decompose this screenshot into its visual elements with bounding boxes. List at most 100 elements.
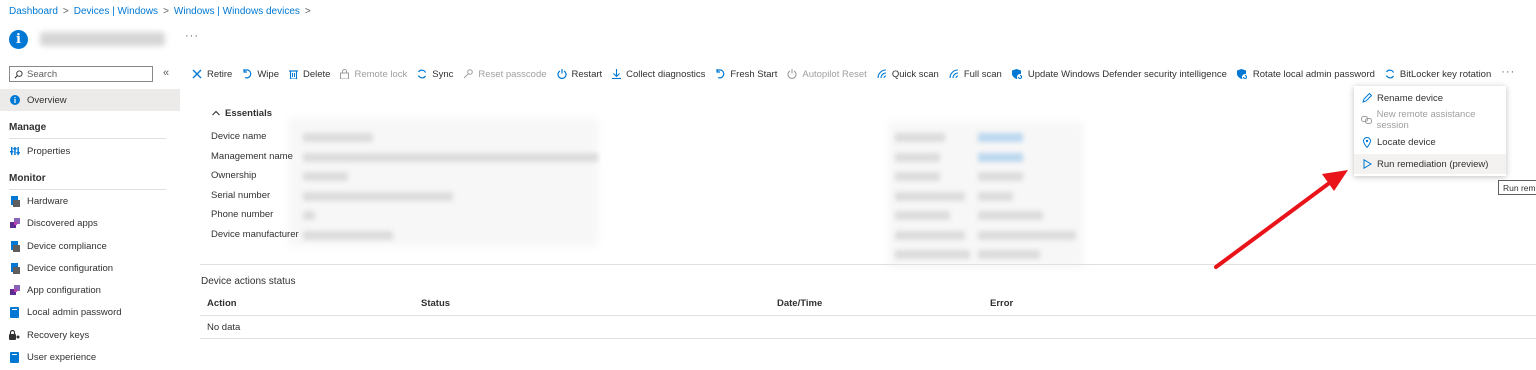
- blurred-value: [303, 133, 373, 142]
- sidebar-search-input[interactable]: Search: [9, 66, 153, 82]
- sidebar-item-properties[interactable]: Properties: [0, 140, 180, 162]
- menu-item-run-remediation[interactable]: Run remediation (preview): [1354, 154, 1506, 174]
- column-header-action[interactable]: Action: [207, 298, 237, 309]
- sidebar-item-label: User experience: [27, 351, 97, 363]
- breadcrumb-dashboard[interactable]: Dashboard: [9, 6, 58, 17]
- more-actions-button[interactable]: ···: [1501, 66, 1515, 78]
- info-icon: i: [9, 29, 28, 49]
- retire-button[interactable]: Retire: [192, 69, 232, 80]
- actions-status-title: Device actions status: [201, 276, 296, 287]
- column-header-status[interactable]: Status: [421, 298, 450, 309]
- blurred-label: [895, 250, 970, 259]
- breadcrumb-separator: >: [62, 5, 69, 17]
- update-defender-button[interactable]: Update Windows Defender security intelli…: [1011, 68, 1227, 80]
- apps-icon: [9, 218, 20, 229]
- blurred-label: [895, 192, 965, 201]
- essentials-toggle[interactable]: Essentials: [212, 108, 272, 119]
- reset-passcode-label: Reset passcode: [478, 68, 547, 80]
- remote-lock-label: Remote lock: [354, 68, 408, 80]
- breadcrumb-windows-devices[interactable]: Windows | Windows devices: [174, 6, 300, 17]
- delete-button[interactable]: Delete: [289, 69, 330, 80]
- restart-label: Restart: [571, 68, 603, 80]
- remote-lock-button[interactable]: Remote lock: [340, 69, 407, 80]
- table-header-divider: [200, 315, 1536, 316]
- sidebar-item-device-compliance[interactable]: Device compliance: [0, 235, 180, 257]
- sidebar-item-app-configuration[interactable]: App configuration: [0, 279, 180, 301]
- sidebar-item-device-configuration[interactable]: Device configuration: [0, 257, 180, 279]
- collapse-sidebar-button[interactable]: «: [163, 67, 169, 79]
- sidebar-item-label: Discovered apps: [27, 217, 98, 229]
- wipe-button[interactable]: Wipe: [242, 69, 279, 80]
- quick-scan-button[interactable]: Quick scan: [877, 69, 939, 80]
- section-header-manage: Manage: [9, 122, 47, 133]
- sidebar-item-label: Device configuration: [27, 262, 114, 274]
- autopilot-reset-label: Autopilot Reset: [802, 68, 867, 80]
- bitlocker-rotation-button[interactable]: BitLocker key rotation: [1385, 69, 1491, 80]
- location-pin-icon: [1361, 136, 1373, 148]
- sync-button[interactable]: Sync: [417, 69, 453, 80]
- collect-diagnostics-button[interactable]: Collect diagnostics: [612, 69, 705, 80]
- title-more-button[interactable]: ···: [185, 30, 199, 42]
- table-divider: [200, 338, 1536, 339]
- delete-label: Delete: [303, 68, 331, 80]
- full-scan-button[interactable]: Full scan: [949, 69, 1002, 80]
- sidebar-item-discovered-apps[interactable]: Discovered apps: [0, 212, 180, 234]
- breadcrumb-separator: >: [163, 5, 169, 17]
- shield-refresh-icon: [1011, 68, 1023, 80]
- breadcrumb-devices-windows[interactable]: Devices | Windows: [74, 6, 158, 17]
- column-header-datetime[interactable]: Date/Time: [777, 298, 822, 309]
- fresh-start-label: Fresh Start: [730, 68, 778, 80]
- blurred-value: [978, 231, 1076, 240]
- divider: [9, 138, 166, 139]
- sidebar-item-user-experience[interactable]: User experience: [0, 346, 180, 368]
- sidebar-item-overview[interactable]: Overview: [0, 89, 180, 111]
- menu-item-remote-assistance[interactable]: New remote assistance session: [1354, 109, 1506, 131]
- sync-label: Sync: [432, 68, 454, 80]
- fresh-start-button[interactable]: Fresh Start: [715, 69, 777, 80]
- sidebar-item-local-admin-password[interactable]: Local admin password: [0, 301, 180, 323]
- quick-scan-label: Quick scan: [891, 68, 939, 80]
- info-icon: [9, 95, 20, 106]
- menu-item-label: Locate device: [1377, 136, 1436, 148]
- undo-icon: [242, 69, 252, 79]
- blurred-value: [303, 172, 348, 181]
- reset-passcode-button[interactable]: Reset passcode: [463, 68, 547, 80]
- blurred-value: [303, 153, 598, 162]
- hardware-icon: [9, 195, 20, 207]
- blurred-value: [303, 231, 393, 240]
- menu-item-rename-device[interactable]: Rename device: [1354, 88, 1506, 108]
- rotate-admin-password-button[interactable]: Rotate local admin password: [1236, 68, 1375, 80]
- menu-item-label: Rename device: [1377, 92, 1444, 104]
- blurred-label: [895, 231, 965, 240]
- properties-icon: [9, 146, 20, 157]
- breadcrumb-separator: >: [304, 5, 311, 17]
- chevron-up-icon: [212, 108, 220, 119]
- menu-item-locate-device[interactable]: Locate device: [1354, 132, 1506, 152]
- search-icon: [14, 69, 23, 78]
- blurred-value: [303, 192, 453, 201]
- blurred-label: [895, 133, 945, 142]
- more-actions-menu: Rename device New remote assistance sess…: [1354, 86, 1506, 176]
- label-phone-number: Phone number: [211, 209, 274, 220]
- device-name-blurred: [40, 32, 165, 46]
- app-config-icon: [9, 285, 20, 296]
- page-title: i ···: [9, 26, 199, 52]
- download-icon: [612, 69, 622, 79]
- toolbar: Retire Wipe Delete Remote lock Sync Rese…: [192, 64, 1515, 84]
- password-icon: [9, 306, 20, 318]
- restart-button[interactable]: Restart: [556, 68, 603, 80]
- sidebar-item-recovery-keys[interactable]: Recovery keys: [0, 324, 180, 346]
- sidebar-item-hardware[interactable]: Hardware: [0, 190, 180, 212]
- blurred-label: [895, 172, 940, 181]
- rotate-admin-password-label: Rotate local admin password: [1252, 68, 1375, 80]
- sidebar-item-label: Overview: [27, 94, 67, 106]
- column-header-error[interactable]: Error: [990, 298, 1013, 309]
- experience-icon: [9, 351, 20, 363]
- power-icon: [556, 69, 567, 79]
- label-serial-number: Serial number: [211, 190, 271, 201]
- blurred-value: [303, 211, 315, 220]
- autopilot-reset-button[interactable]: Autopilot Reset: [787, 68, 867, 80]
- collect-diagnostics-label: Collect diagnostics: [626, 68, 706, 80]
- breadcrumb: Dashboard > Devices | Windows > Windows …: [9, 4, 311, 18]
- lock-icon: [340, 69, 350, 79]
